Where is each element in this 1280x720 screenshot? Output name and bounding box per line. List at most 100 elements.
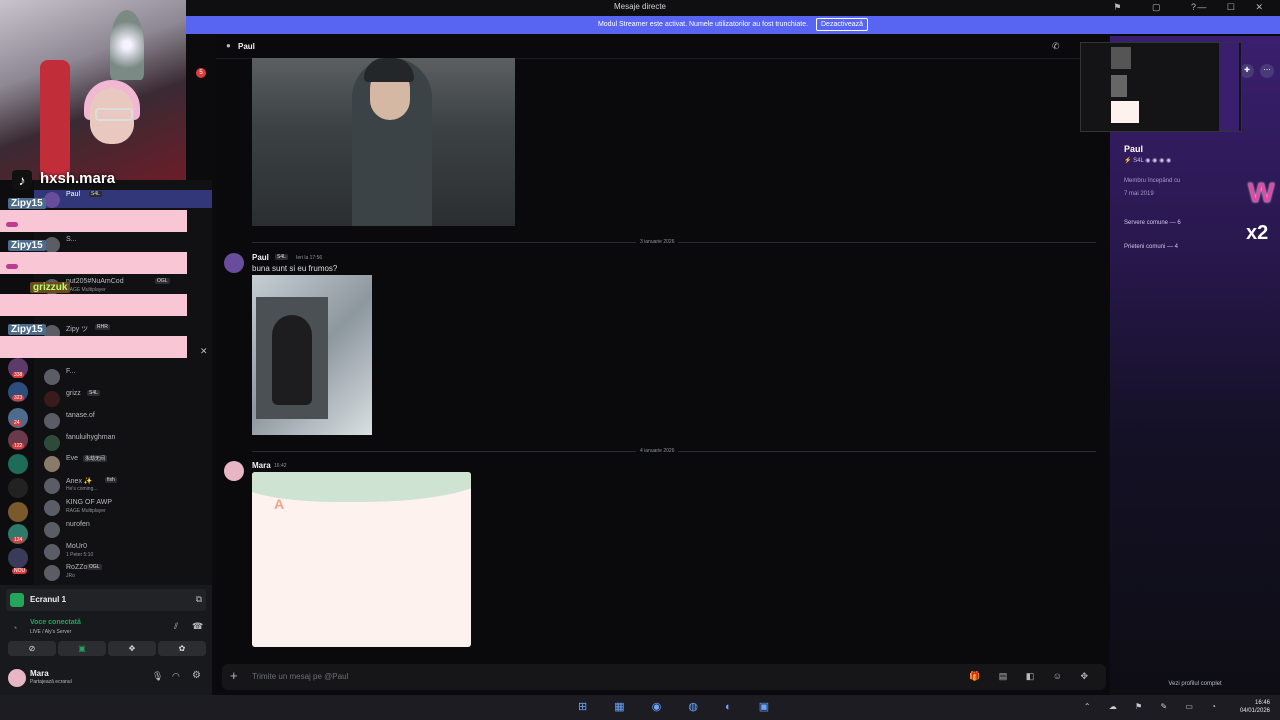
disconnect-icon[interactable]: ☎ (192, 621, 203, 632)
dm-name: Eve (66, 455, 79, 462)
user-name[interactable]: Mara (30, 669, 49, 678)
share-screen-button[interactable]: ▣ (58, 641, 106, 656)
server-icon[interactable] (8, 454, 28, 474)
dm-item[interactable]: Anex ✨ fish He's coming... (44, 477, 204, 495)
message-time: 16:42 (274, 463, 287, 469)
dm-name: tanase.of (66, 412, 95, 419)
profile-banner-x2: x2 (1246, 222, 1269, 244)
dm-item[interactable]: RoZZoR OGL JRo (44, 564, 204, 582)
profile-name[interactable]: Paul (1124, 144, 1143, 154)
camera-off-button[interactable]: ⊘ (8, 641, 56, 656)
dm-activity: RAGE Multiplayer (66, 508, 106, 514)
server-badge: 338 (12, 372, 25, 378)
window-title: Mesaje directe (613, 2, 667, 11)
overlay-chat-bar (0, 210, 187, 232)
dm-name: nurofen (66, 521, 90, 528)
preview-thumbnail (1111, 47, 1131, 69)
dm-activity: RAGE Multiplayer (66, 287, 106, 293)
settings-gear-icon[interactable]: ⚙ (192, 670, 201, 681)
more-options-icon[interactable]: ⋯ (1260, 64, 1274, 78)
window-controls[interactable]: — ☐ ✕ (1197, 2, 1272, 13)
activities-button[interactable]: ✥ (108, 641, 156, 656)
screen-share-icon (10, 593, 24, 607)
composer-icons[interactable]: 🎁 ▤ ◧ ☺ ✥ (969, 671, 1096, 682)
dm-item[interactable]: grizz S4L (44, 390, 204, 408)
stream-preview-window[interactable] (1080, 42, 1242, 132)
server-badge: 24 (12, 420, 22, 426)
notification-badge: 5 (196, 68, 206, 78)
call-icon[interactable]: ✆ (1052, 41, 1060, 52)
user-avatar[interactable] (8, 669, 26, 687)
soundboard-button[interactable]: ✿ (158, 641, 206, 656)
voice-status[interactable]: Voce conectată (30, 619, 81, 626)
composer-placeholder[interactable]: Trimite un mesaj pe @Paul (252, 672, 348, 681)
message-composer[interactable]: + Trimite un mesaj pe @Paul 🎁 ▤ ◧ ☺ ✥ (222, 664, 1106, 690)
microphone-icon[interactable]: 🎙 (152, 671, 163, 682)
dm-item[interactable]: Paul S4L (44, 191, 204, 209)
mutual-servers[interactable]: Servere comune — 6 (1124, 220, 1181, 226)
message-avatar[interactable] (224, 461, 244, 481)
mutual-friends[interactable]: Prieteni comuni — 4 (1124, 244, 1178, 250)
overlay-chat-emote (6, 264, 18, 269)
avatar (44, 522, 60, 538)
dm-name: grizz (66, 390, 81, 397)
voice-channel[interactable]: LIVE / Aly's Server (30, 629, 71, 635)
profile-tag: ⚡ S4L ◉ ◉ ◉ ◉ (1124, 158, 1172, 164)
dm-item[interactable]: Eve 永劫无间 (44, 455, 204, 473)
mirror-selfie-photo[interactable] (252, 275, 372, 435)
dm-item[interactable]: tanase.of (44, 412, 204, 430)
date-divider-label: 3 ianuarie 2026 (636, 239, 679, 245)
dm-item[interactable]: F... (44, 368, 204, 386)
dm-tag: RHR (95, 324, 110, 330)
titlebar-icons[interactable]: ⚑ ▢ ? (1113, 2, 1210, 13)
dm-name: KING OF AWP (66, 499, 113, 506)
dm-item[interactable]: nurofen (44, 521, 204, 539)
server-icon[interactable] (8, 478, 28, 498)
webcam-overlay (0, 0, 186, 180)
message-author-tag: S4L (275, 254, 288, 260)
dm-name: S... (66, 236, 77, 243)
message-avatar[interactable] (224, 253, 244, 273)
server-badge: 323 (12, 395, 25, 401)
avatar (44, 413, 60, 429)
screen-share-card[interactable]: Ecranul 1 ⧉ (6, 589, 206, 611)
streamer-glasses (95, 108, 133, 121)
add-attachment-icon[interactable]: + (230, 668, 238, 683)
taskbar-clock[interactable]: 16:46 04/01/2026 (1240, 699, 1270, 715)
user-profile-panel: W x2 Paul ⚡ S4L ◉ ◉ ◉ ◉ Membru începând … (1110, 36, 1280, 695)
add-friend-icon[interactable]: ✚ (1240, 64, 1254, 78)
view-full-profile-link[interactable]: Vezi profilul complet (1110, 681, 1280, 687)
photo-person-cap (364, 58, 414, 82)
taskbar-app-icons[interactable]: ⊞ ▦ ◉ ◍ ◐ ▣ (578, 700, 781, 713)
user-panel: Ecranul 1 ⧉ ◔ Voce conectată LIVE / Aly'… (0, 585, 212, 695)
noise-suppression-icon[interactable]: ⫽ (174, 621, 178, 632)
screen-label: Ecranul 1 (30, 595, 67, 604)
dm-item[interactable]: fanuluihyghman (44, 434, 204, 452)
close-icon[interactable]: ✕ (200, 346, 208, 357)
avatar (44, 237, 60, 253)
overlay-chat-user: Zipy15 (8, 324, 46, 335)
headphones-icon[interactable]: ◠ (172, 671, 180, 682)
overlay-chat-user: Zipy15 (8, 198, 46, 209)
avatar (44, 192, 60, 208)
avatar (44, 369, 60, 385)
dm-item[interactable]: MoUr0 1 Peter 5:10 (44, 543, 204, 561)
server-icon[interactable] (8, 502, 28, 522)
dm-item[interactable]: KING OF AWP RAGE Multiplayer (44, 499, 204, 517)
popout-icon[interactable]: ⧉ (196, 594, 202, 605)
profile-banner-w-letter: W (1248, 177, 1275, 208)
dm-activity: 1 Peter 5:10 (66, 552, 94, 558)
dm-tag: S4L (89, 191, 102, 197)
date-divider-label: 4 ianuarie 2026 (636, 448, 679, 454)
message-author[interactable]: Paul (252, 253, 269, 262)
message-author[interactable]: Mara (252, 461, 271, 470)
streamer-handle: hxsh.mara (40, 170, 116, 187)
mechanic-photo[interactable] (252, 58, 515, 226)
dm-name: nut205#NuAmCod (66, 278, 124, 285)
streamer-mode-banner: Modul Streamer este activat. Numele util… (186, 16, 1280, 34)
system-tray-icons[interactable]: ⌃ ☁ ⚑ ✎ ▭ ◔ (1084, 702, 1224, 711)
disable-streamer-button[interactable]: Dezactivează (816, 18, 869, 31)
pastel-image[interactable]: A (252, 472, 471, 647)
photo-person (272, 315, 312, 405)
server-icon[interactable] (8, 548, 28, 568)
